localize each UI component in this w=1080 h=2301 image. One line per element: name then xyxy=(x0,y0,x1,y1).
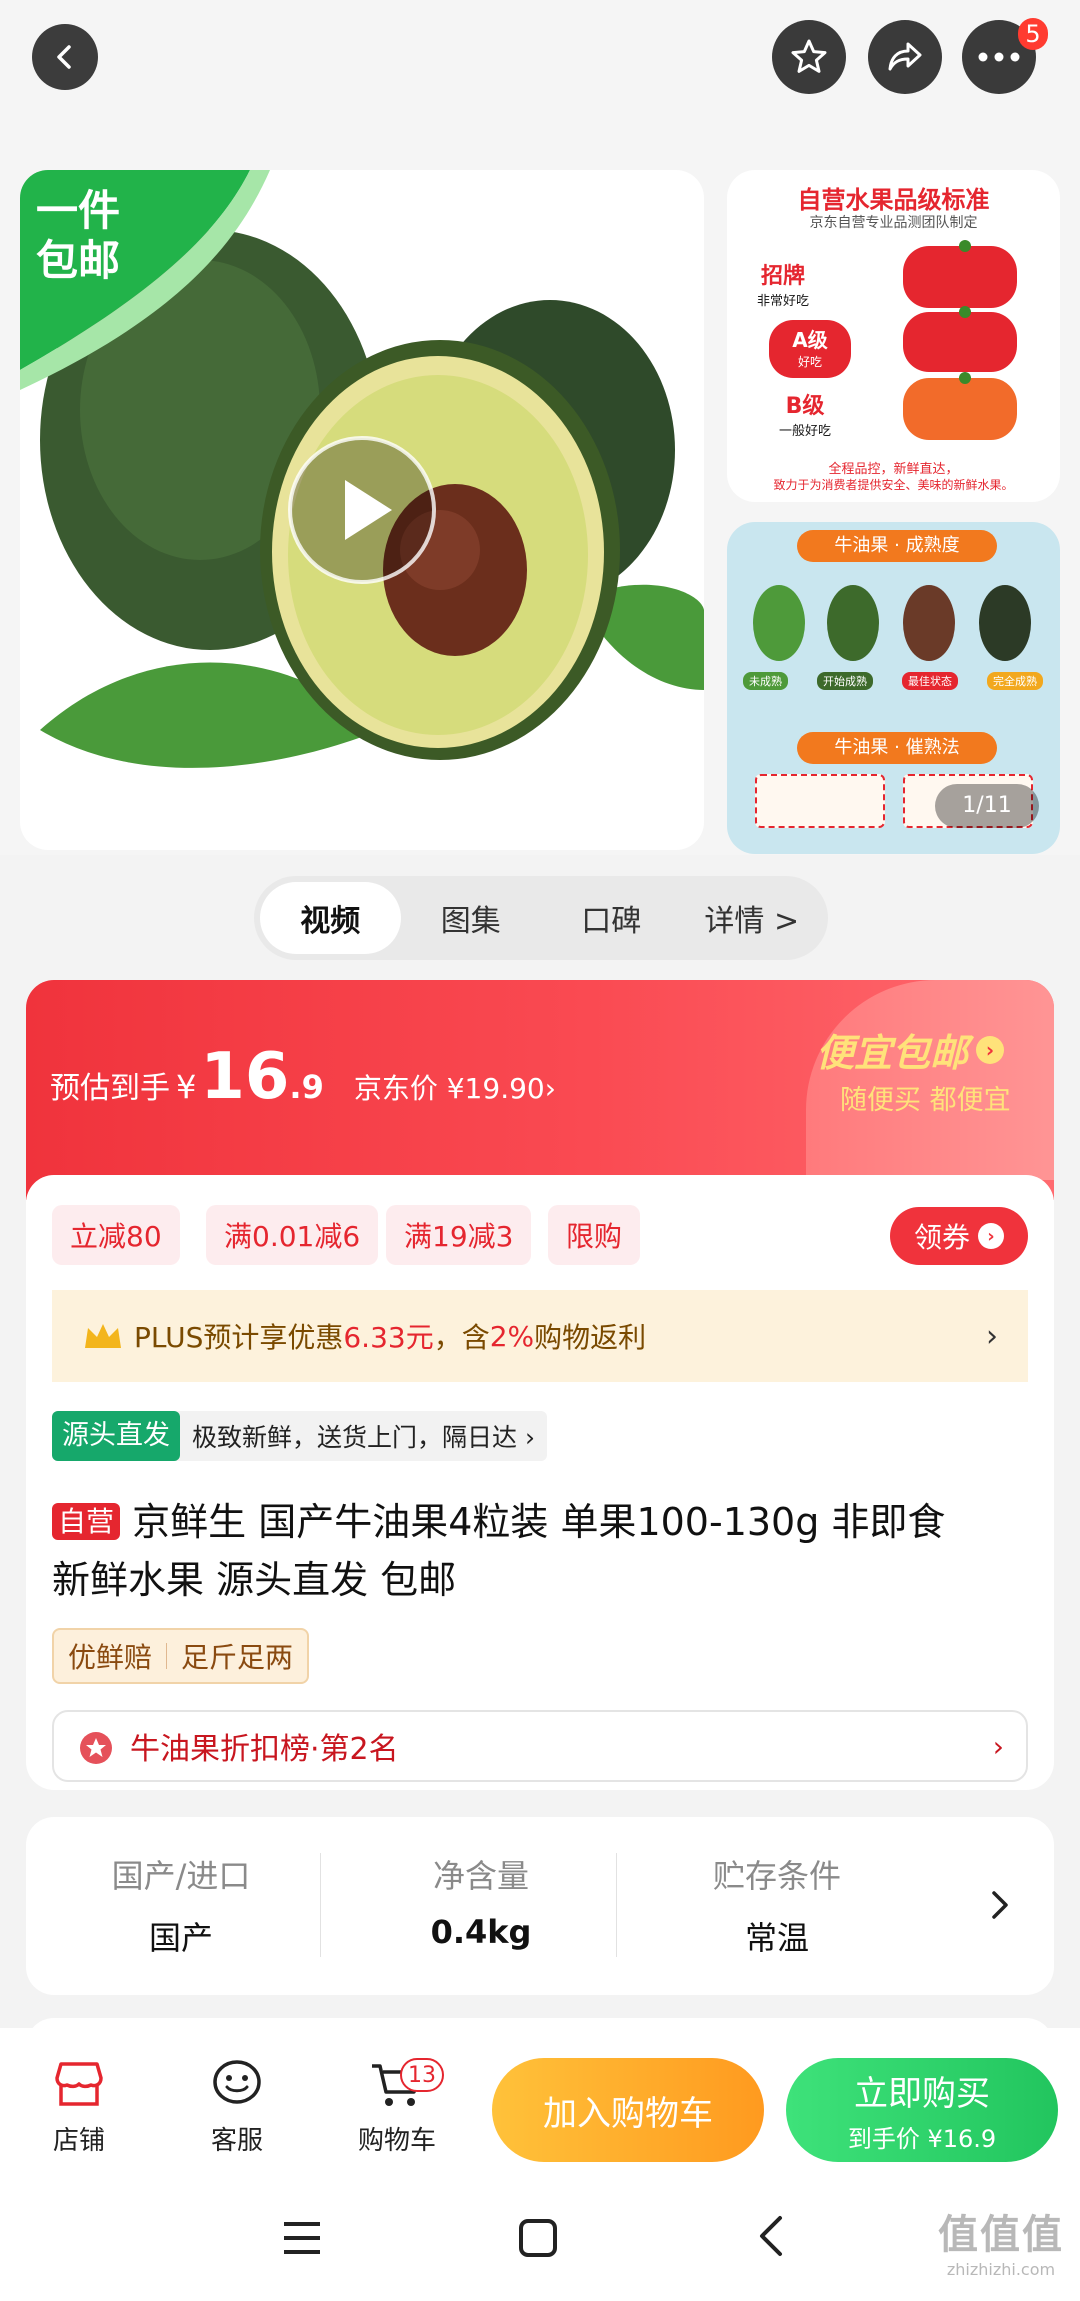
spec-summary[interactable]: 国产/进口 国产 净含量 0.4kg 贮存条件 常温 xyxy=(26,1817,1054,1995)
plus-benefit-row[interactable]: PLUS预计享优惠 6.33元 ，含 2% 购物返利 › xyxy=(52,1290,1028,1382)
apple-stack-image xyxy=(903,240,1017,440)
image-gallery[interactable]: 一件 包邮 自营水果品级标准 京东自营专业品测团队制定 招牌 非常好吃 A级 好吃 … xyxy=(0,170,1080,855)
arrow-circle-icon: › xyxy=(976,1035,1005,1064)
media-tabs: 视频 图集 口碑 详情 > xyxy=(254,876,828,960)
shop-icon xyxy=(55,2062,103,2106)
buy-now-button[interactable]: 立即购买 到手价 ¥16.9 xyxy=(786,2058,1058,2162)
grade-3: B级 一般好吃 xyxy=(779,394,832,439)
price-decimal: .9 xyxy=(289,1068,324,1106)
chevron-right-icon: › xyxy=(986,1318,998,1354)
ripe-title-1: 牛油果 · 成熟度 xyxy=(797,530,997,562)
more-dots-icon xyxy=(978,52,1020,62)
chevron-left-icon xyxy=(57,45,71,69)
rank-row[interactable]: 牛油果折扣榜·第2名 › xyxy=(52,1710,1028,1782)
coupon-chip[interactable]: 立减80 xyxy=(52,1205,180,1265)
cart-count-badge: 13 xyxy=(400,2058,444,2092)
estimated-price: 预估到手 ¥ 16 .9 京东价 ¥19.90› xyxy=(50,1040,556,1114)
source-tag: 源头直发 xyxy=(52,1411,180,1461)
jd-price: 京东价 ¥19.90› xyxy=(353,1072,556,1105)
system-back-icon[interactable] xyxy=(756,2214,786,2258)
grade-footer-2: 致力于为消费者提供安全、美味的新鲜水果。 xyxy=(773,478,1014,492)
more-badge: 5 xyxy=(1018,18,1048,50)
grade-footer-1: 全程品控，新鲜直达， xyxy=(828,462,959,477)
add-to-cart-button[interactable]: 加入购物车 xyxy=(492,2058,764,2162)
chevron-right-icon xyxy=(992,1891,1008,1919)
avocado-ripeness-image xyxy=(753,585,1031,661)
ripe-method-box xyxy=(755,774,885,828)
grade-1: 招牌 非常好吃 xyxy=(757,264,810,309)
menu-icon[interactable] xyxy=(282,2220,322,2256)
share-button[interactable] xyxy=(868,20,942,94)
source-row[interactable]: 源头直发 极致新鲜，送货上门，隔日达 › xyxy=(52,1411,547,1461)
price-integer: 16 xyxy=(200,1040,290,1114)
product-info-card: 立减80 满0.01减6 满19减3 限购 领券 › PLUS预计享优惠 6.33… xyxy=(26,1175,1054,1790)
promo-subtitle: 随便买 都便宜 xyxy=(840,1085,1011,1116)
promo-tag: 一件 包邮 xyxy=(36,186,121,285)
spec-storage: 贮存条件 常温 xyxy=(712,1857,841,1957)
star-icon xyxy=(791,39,827,73)
customer-service-button[interactable]: 客服 xyxy=(172,2058,302,2157)
image-counter: 1/11 xyxy=(935,784,1039,828)
product-title: 自营 京鲜生 国产牛油果4粒装 单果100-130g 非即食 新鲜水果 源头直发 … xyxy=(52,1500,946,1602)
get-coupon-button[interactable]: 领券 › xyxy=(890,1207,1028,1265)
coupon-chip[interactable]: 满0.01减6 xyxy=(206,1205,379,1265)
arrow-circle-icon: › xyxy=(978,1223,1004,1249)
tab-gallery[interactable]: 图集 xyxy=(401,882,542,954)
crown-icon xyxy=(85,1324,121,1348)
medal-icon xyxy=(80,1732,112,1764)
ripeness-stages: 未成熟 开始成熟 最佳状态 完全成熟 xyxy=(743,672,1043,690)
self-operated-tag: 自营 xyxy=(52,1503,121,1540)
spec-weight: 净含量 0.4kg xyxy=(430,1857,532,1951)
grade-subtitle: 京东自营专业品测团队制定 xyxy=(809,215,978,231)
price-banner: 预估到手 ¥ 16 .9 京东价 ¥19.90› 便宜包邮 › 随便买 都便宜 xyxy=(26,980,1054,1200)
chevron-right-icon: › xyxy=(992,1729,1004,1763)
top-bar: 5 xyxy=(0,0,1080,170)
promo-title[interactable]: 便宜包邮 › xyxy=(816,1022,1005,1077)
ripe-title-2: 牛油果 · 催熟法 xyxy=(797,732,997,764)
grade-title: 自营水果品级标准 xyxy=(797,186,990,214)
main-product-image[interactable]: 一件 包邮 xyxy=(20,170,704,850)
system-nav-bar: 值值值 zhizhizhi.com xyxy=(0,2198,1080,2301)
tab-reviews[interactable]: 口碑 xyxy=(541,882,682,954)
back-button[interactable] xyxy=(32,24,98,90)
grade-2: A级 好吃 xyxy=(769,320,851,378)
shop-button[interactable]: 店铺 xyxy=(14,2058,144,2157)
favorite-button[interactable] xyxy=(772,20,846,94)
tab-details[interactable]: 详情 > xyxy=(682,882,823,954)
grade-standard-thumbnail[interactable]: 自营水果品级标准 京东自营专业品测团队制定 招牌 非常好吃 A级 好吃 B级 一般好吃… xyxy=(727,170,1060,502)
chat-face-icon xyxy=(213,2060,261,2104)
tab-video[interactable]: 视频 xyxy=(260,882,401,954)
watermark: 值值值 zhizhizhi.com xyxy=(938,2212,1064,2279)
spec-origin: 国产/进口 国产 xyxy=(111,1857,251,1957)
share-icon xyxy=(888,42,922,71)
bottom-action-bar: 店铺 客服 购物车 13 加入购物车 立即购买 到手价 ¥16.9 值值值 zh… xyxy=(0,2028,1080,2301)
ripeness-thumbnail[interactable]: 牛油果 · 成熟度 未成熟 开始成熟 最佳状态 完全成熟 牛油果 · 催熟法 1… xyxy=(727,522,1060,854)
coupon-chip[interactable]: 限购 xyxy=(548,1205,641,1265)
home-square-icon[interactable] xyxy=(518,2218,558,2258)
service-tags[interactable]: 优鲜赔 足斤足两 xyxy=(52,1628,310,1684)
coupon-chip[interactable]: 满19减3 xyxy=(386,1205,532,1265)
